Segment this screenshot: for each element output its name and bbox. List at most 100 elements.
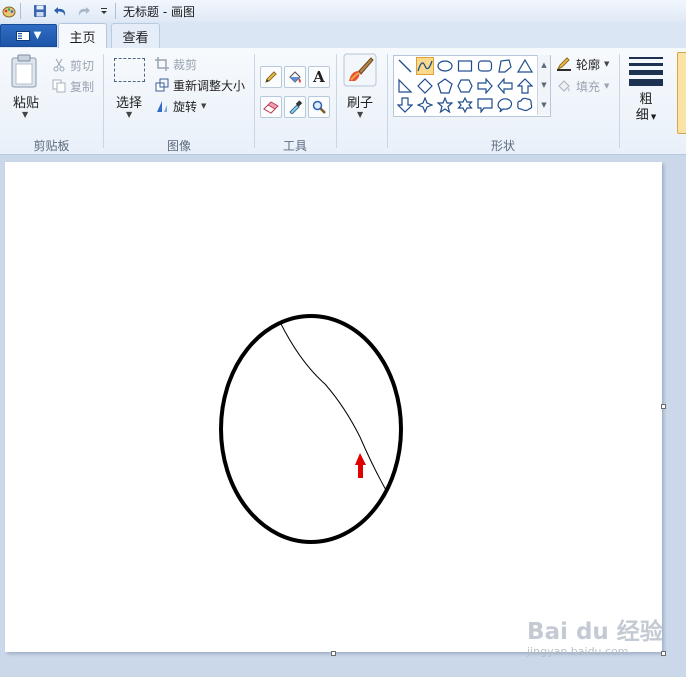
hexagon-shape[interactable] — [456, 77, 474, 95]
outline-button[interactable]: 轮廓 ▼ — [556, 55, 609, 73]
select-label[interactable]: 选择 — [110, 92, 148, 111]
paste-label[interactable]: 粘贴 — [8, 92, 44, 111]
rectangle-icon — [457, 60, 473, 72]
line-shape[interactable] — [396, 57, 414, 75]
eraser-icon — [263, 101, 279, 114]
outline-label: 轮廓 — [576, 57, 601, 72]
rotate-label: 旋转 — [173, 99, 198, 114]
color-1-selector[interactable] — [677, 52, 686, 134]
rectangle-shape[interactable] — [456, 57, 474, 75]
scroll-up-icon[interactable]: ▲ — [538, 55, 550, 74]
diamond-shape[interactable] — [416, 77, 434, 95]
rounded-rectangle-icon — [477, 60, 493, 72]
fill-tool[interactable] — [284, 66, 306, 88]
redo-icon[interactable] — [75, 3, 91, 19]
cut-button[interactable]: 剪切 — [52, 56, 94, 74]
oval-shape[interactable] — [436, 57, 454, 75]
paint-app-icon[interactable] — [1, 3, 17, 19]
hexagon-icon — [457, 79, 473, 93]
oval-icon — [437, 60, 453, 72]
chevron-down-icon: ▼ — [604, 60, 610, 68]
image-group-label: 图像 — [166, 139, 191, 153]
cloud-callout-shape[interactable] — [516, 96, 534, 114]
tab-home[interactable]: 主页 — [58, 23, 107, 48]
magnifier-tool[interactable] — [308, 96, 330, 118]
eraser-tool[interactable] — [260, 96, 282, 118]
tab-view[interactable]: 查看 — [111, 23, 160, 49]
undo-icon[interactable] — [53, 3, 69, 19]
polygon-icon — [498, 59, 512, 73]
four-point-star-shape[interactable] — [416, 96, 434, 114]
line-icon — [398, 59, 412, 73]
polygon-shape[interactable] — [496, 57, 514, 75]
magnifier-icon — [312, 100, 326, 114]
window-title: 无标题 - 画图 — [123, 5, 195, 19]
rounded-rectangle-shape[interactable] — [476, 57, 494, 75]
right-arrow-shape[interactable] — [476, 77, 494, 95]
left-arrow-shape[interactable] — [496, 77, 514, 95]
scroll-down-icon[interactable]: ▼ — [538, 75, 550, 94]
tab-home-label: 主页 — [69, 30, 96, 46]
pentagon-icon — [437, 78, 453, 94]
shapes-group-label: 形状 — [490, 139, 515, 153]
left-arrow-icon — [497, 78, 513, 94]
save-icon[interactable] — [32, 3, 48, 19]
customize-quick-access-icon[interactable] — [96, 3, 112, 19]
text-tool[interactable]: A — [308, 66, 330, 88]
size-button[interactable] — [629, 57, 663, 86]
resize-button[interactable]: 重新调整大小 — [155, 76, 245, 94]
drawn-ellipse — [219, 314, 403, 544]
pentagon-shape[interactable] — [436, 77, 454, 95]
pencil-tool[interactable] — [260, 66, 282, 88]
file-menu-button[interactable]: ▼ — [0, 24, 57, 47]
shapes-scrollbar[interactable]: ▲ ▼ ▼ — [537, 55, 550, 115]
paste-button[interactable] — [8, 53, 44, 89]
curve-shape[interactable] — [416, 57, 434, 75]
crop-button[interactable]: 裁剪 — [155, 55, 197, 73]
rectangular-callout-shape[interactable] — [476, 96, 494, 114]
oval-callout-shape[interactable] — [496, 96, 514, 114]
select-button[interactable] — [114, 58, 145, 82]
right-arrow-icon — [477, 78, 493, 94]
clipboard-icon — [11, 54, 37, 88]
right-triangle-shape[interactable] — [396, 77, 414, 95]
cut-label: 剪切 — [70, 58, 95, 73]
chevron-down-icon: ▼ — [33, 30, 42, 41]
text-icon: A — [313, 68, 325, 86]
title-bar: 无标题 - 画图 — [0, 0, 686, 23]
rotate-icon — [157, 101, 167, 112]
expand-gallery-icon[interactable]: ▼ — [538, 95, 550, 114]
cloud-callout-icon — [517, 97, 533, 112]
brushes-dropdown-icon[interactable]: ▼ — [357, 110, 363, 119]
six-point-star-shape[interactable] — [456, 96, 474, 114]
canvas-resize-handle-right[interactable] — [661, 404, 666, 409]
scissors-icon — [53, 58, 65, 72]
brushes-button[interactable] — [343, 53, 377, 87]
group-divider — [254, 54, 255, 148]
color-picker-tool[interactable] — [284, 96, 306, 118]
size-label[interactable]: 粗 细 ▼ — [630, 92, 662, 125]
group-divider — [387, 54, 388, 148]
group-divider — [619, 54, 620, 148]
fill-style-button[interactable]: 填充 ▼ — [556, 77, 609, 95]
copy-label: 复制 — [70, 79, 95, 94]
shapes-gallery — [393, 55, 551, 117]
triangle-shape[interactable] — [516, 57, 534, 75]
chevron-down-icon: ▼ — [201, 102, 207, 110]
group-divider — [336, 54, 337, 148]
brushes-label[interactable]: 刷子 — [340, 92, 380, 111]
color-picker-icon — [289, 100, 302, 114]
up-arrow-shape[interactable] — [516, 77, 534, 95]
canvas-resize-handle-bottom[interactable] — [331, 651, 336, 656]
copy-button[interactable]: 复制 — [52, 77, 94, 95]
paste-dropdown-icon[interactable]: ▼ — [22, 110, 28, 119]
down-arrow-shape[interactable] — [396, 96, 414, 114]
drawing-canvas[interactable] — [5, 162, 662, 652]
select-dropdown-icon[interactable]: ▼ — [126, 110, 132, 119]
outline-icon — [556, 57, 571, 71]
five-point-star-shape[interactable] — [436, 96, 454, 114]
curve-icon — [417, 60, 433, 72]
canvas-resize-handle-corner[interactable] — [661, 651, 666, 656]
rectangular-callout-icon — [477, 98, 493, 113]
rotate-button[interactable]: 旋转 ▼ — [155, 97, 206, 115]
